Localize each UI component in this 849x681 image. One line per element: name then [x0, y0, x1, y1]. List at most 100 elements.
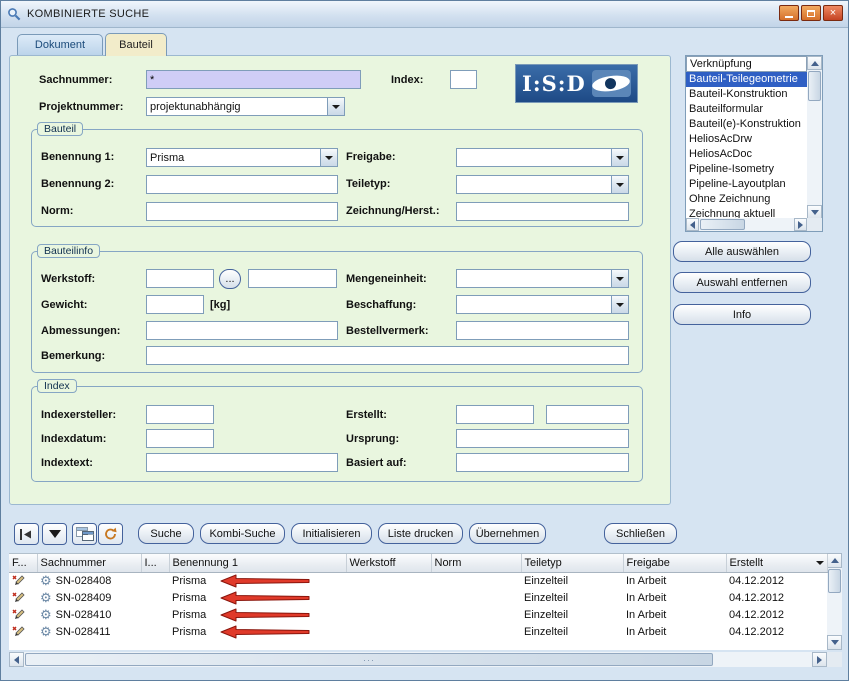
- scroll-down-button[interactable]: [807, 205, 822, 219]
- list-hscrollbar[interactable]: [686, 218, 807, 231]
- scroll-up-button[interactable]: [807, 56, 822, 70]
- uebernehmen-button[interactable]: Übernehmen: [469, 523, 546, 544]
- teiletyp-select[interactable]: [456, 175, 629, 194]
- column-header-freigabe[interactable]: Freigabe: [623, 554, 726, 572]
- part-gear-icon: ⚙: [40, 625, 52, 638]
- column-header-erstellt[interactable]: Erstellt: [726, 554, 827, 572]
- scroll-up-button[interactable]: [827, 553, 842, 568]
- initialisieren-button[interactable]: Initialisieren: [291, 523, 372, 544]
- abmessungen-input[interactable]: [146, 321, 338, 340]
- scroll-left-button[interactable]: [686, 218, 699, 231]
- werkstoff-browse-button[interactable]: ...: [219, 269, 241, 289]
- column-header-benennung1[interactable]: Benennung 1: [169, 554, 346, 572]
- gewicht-input[interactable]: [146, 295, 204, 314]
- scroll-thumb[interactable]: [700, 219, 745, 230]
- window-title: KOMBINIERTE SUCHE: [27, 8, 149, 20]
- indextext-input[interactable]: [146, 453, 338, 472]
- column-header-index[interactable]: I...: [141, 554, 169, 572]
- norm-input[interactable]: [146, 202, 338, 221]
- filter-dropdown-button[interactable]: [42, 523, 67, 545]
- liste-drucken-button[interactable]: Liste drucken: [378, 523, 463, 544]
- part-gear-icon: ⚙: [40, 574, 52, 587]
- indexersteller-input[interactable]: [146, 405, 214, 424]
- list-item[interactable]: Bauteilformular: [686, 102, 807, 117]
- eye-icon: [592, 70, 631, 97]
- list-vscrollbar[interactable]: [807, 56, 822, 219]
- part-gear-icon: ⚙: [40, 608, 52, 621]
- projektnummer-select[interactable]: projektunabhängig: [146, 97, 345, 116]
- bestellvermerk-label: Bestellvermerk:: [346, 325, 429, 338]
- column-header-sachnummer[interactable]: Sachnummer: [37, 554, 141, 572]
- list-item[interactable]: Bauteil-Teilegeometrie: [686, 72, 807, 87]
- schliessen-button[interactable]: Schließen: [604, 523, 677, 544]
- refresh-icon: [103, 527, 118, 541]
- list-item[interactable]: Bauteil-Konstruktion: [686, 87, 807, 102]
- werkstoff-input-2[interactable]: [248, 269, 337, 288]
- bestellvermerk-input[interactable]: [456, 321, 629, 340]
- verknuepfung-listbox: Verknüpfung Bauteil-Teilegeometrie Baute…: [685, 55, 823, 232]
- scroll-thumb[interactable]: [808, 71, 821, 101]
- mengeneinheit-select[interactable]: [456, 269, 629, 288]
- indextext-label: Indextext:: [41, 457, 93, 470]
- refresh-button[interactable]: [98, 523, 123, 545]
- scroll-left-button[interactable]: [9, 652, 24, 667]
- basiert-auf-input[interactable]: [456, 453, 629, 472]
- benennung2-label: Benennung 2:: [41, 178, 114, 191]
- annotation-arrow: [220, 574, 310, 588]
- table-row[interactable]: ⚙SN-028409 Prisma Einzelteil In Arbeit 0…: [9, 589, 827, 606]
- scroll-right-button[interactable]: [812, 652, 827, 667]
- scroll-thumb[interactable]: [828, 569, 841, 593]
- results-table: F... Sachnummer I... Benennung 1 Werksto…: [9, 553, 827, 650]
- column-header-werkstoff[interactable]: Werkstoff: [346, 554, 431, 572]
- ursprung-input[interactable]: [456, 429, 629, 448]
- results-vscrollbar[interactable]: [827, 553, 842, 650]
- beschaffung-select[interactable]: [456, 295, 629, 314]
- group-bauteil-title: Bauteil: [37, 122, 83, 136]
- table-row[interactable]: ⚙SN-028408 Prisma Einzelteil In Arbeit 0…: [9, 572, 827, 589]
- scroll-down-button[interactable]: [827, 635, 842, 650]
- benennung1-select[interactable]: Prisma: [146, 148, 338, 167]
- annotation-arrow: [220, 625, 310, 639]
- table-row[interactable]: ⚙SN-028410 Prisma Einzelteil In Arbeit 0…: [9, 606, 827, 623]
- suche-button[interactable]: Suche: [138, 523, 194, 544]
- select-all-button[interactable]: Alle auswählen: [673, 241, 811, 262]
- list-item[interactable]: Ohne Zeichnung: [686, 192, 807, 207]
- close-button[interactable]: ×: [823, 5, 843, 21]
- minimize-button[interactable]: [779, 5, 799, 21]
- zeichnung-herst-input[interactable]: [456, 202, 629, 221]
- bemerkung-label: Bemerkung:: [41, 350, 105, 363]
- scroll-thumb[interactable]: ···: [25, 653, 713, 666]
- chevron-down-icon: [320, 149, 337, 166]
- scroll-right-button[interactable]: [794, 218, 807, 231]
- list-item[interactable]: HeliosAcDoc: [686, 147, 807, 162]
- sachnummer-input[interactable]: [146, 70, 361, 89]
- tab-dokument[interactable]: Dokument: [17, 34, 103, 55]
- table-row[interactable]: ⚙SN-028411 Prisma Einzelteil In Arbeit 0…: [9, 623, 827, 640]
- column-header-freigabe-flag[interactable]: F...: [9, 554, 37, 572]
- indexdatum-input[interactable]: [146, 429, 214, 448]
- index-input[interactable]: [450, 70, 477, 89]
- chevron-down-icon: [611, 149, 628, 166]
- remove-selection-button[interactable]: Auswahl entfernen: [673, 272, 811, 293]
- column-header-norm[interactable]: Norm: [431, 554, 521, 572]
- list-item[interactable]: Bauteil(e)-Konstruktion: [686, 117, 807, 132]
- erstellt-input-2[interactable]: [546, 405, 629, 424]
- results-hscrollbar[interactable]: ···: [9, 652, 827, 667]
- bemerkung-input[interactable]: [146, 346, 629, 365]
- table-view-button[interactable]: [72, 523, 97, 545]
- dropdown-icon: [49, 530, 61, 538]
- info-button[interactable]: Info: [673, 304, 811, 325]
- list-item[interactable]: HeliosAcDrw: [686, 132, 807, 147]
- list-item[interactable]: Pipeline-Isometry: [686, 162, 807, 177]
- werkstoff-label: Werkstoff:: [41, 273, 95, 286]
- list-item[interactable]: Pipeline-Layoutplan: [686, 177, 807, 192]
- tab-bauteil[interactable]: Bauteil: [105, 33, 167, 56]
- benennung2-input[interactable]: [146, 175, 338, 194]
- kombi-suche-button[interactable]: Kombi-Suche: [200, 523, 285, 544]
- maximize-button[interactable]: [801, 5, 821, 21]
- goto-record-button[interactable]: [14, 523, 39, 545]
- freigabe-select[interactable]: [456, 148, 629, 167]
- column-header-teiletyp[interactable]: Teiletyp: [521, 554, 623, 572]
- werkstoff-input-1[interactable]: [146, 269, 214, 288]
- erstellt-input-1[interactable]: [456, 405, 534, 424]
